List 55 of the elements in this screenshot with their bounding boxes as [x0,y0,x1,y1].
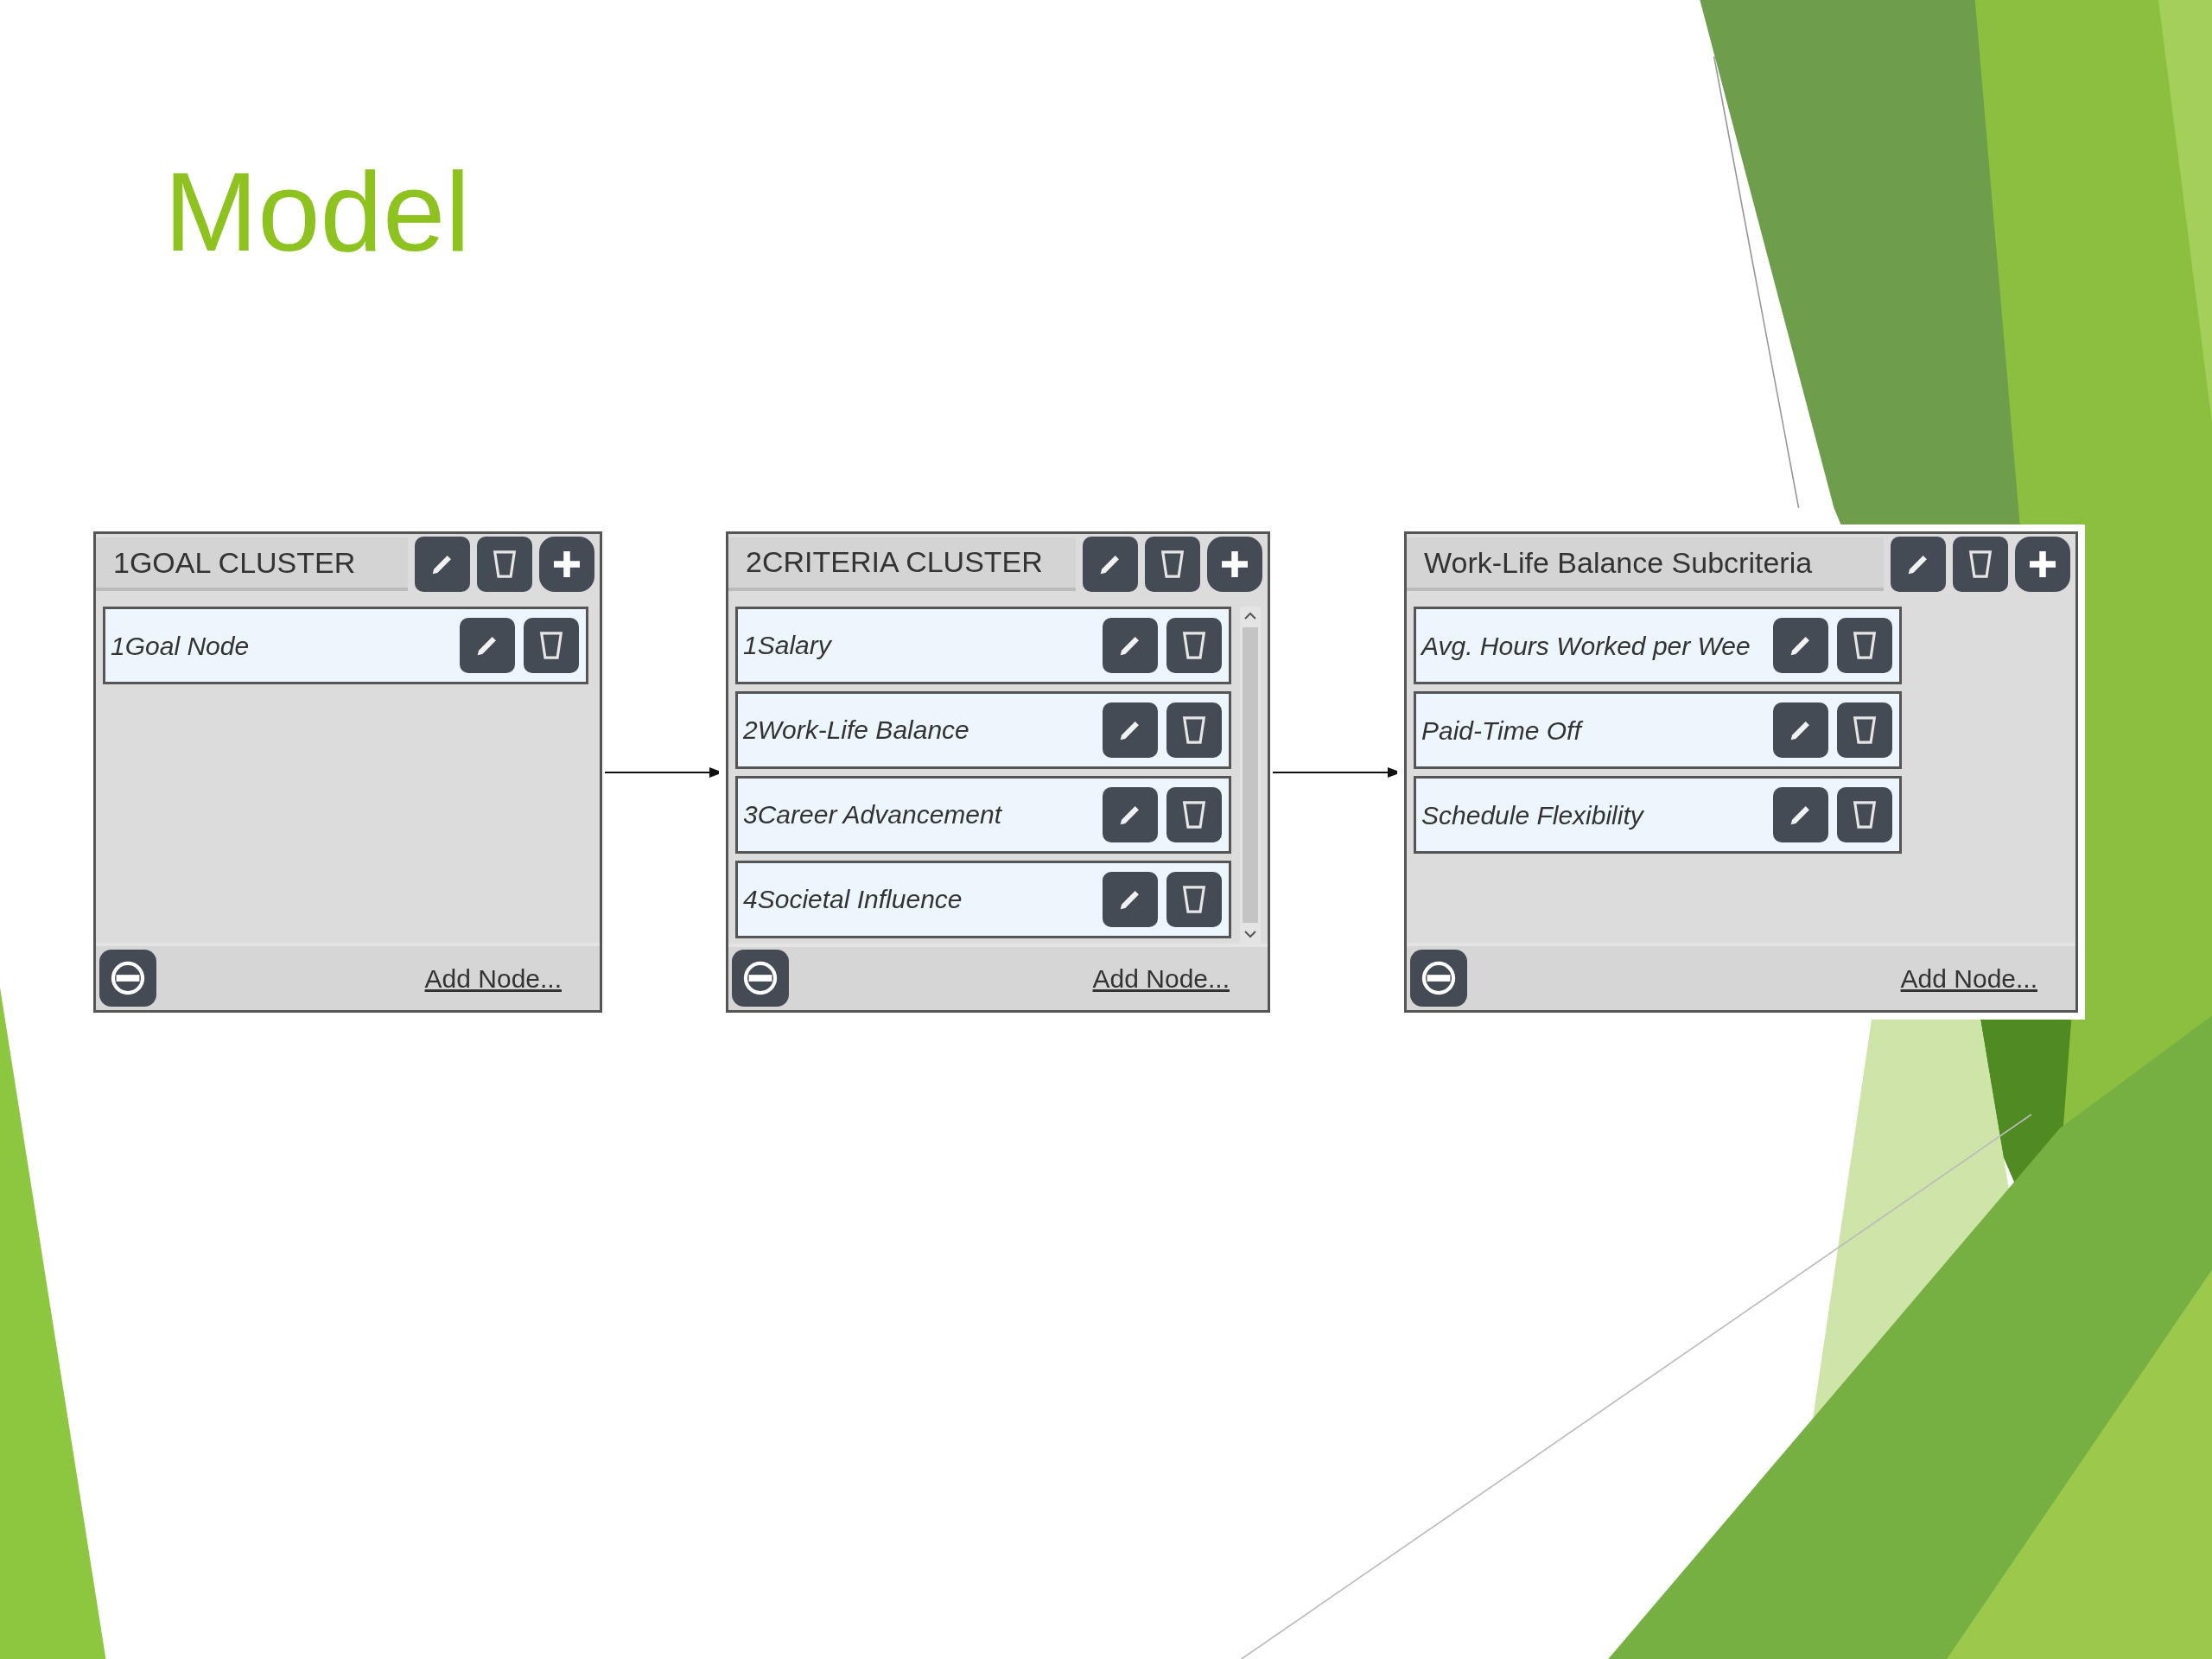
delete-button[interactable] [1166,702,1222,758]
delete-button[interactable] [1837,702,1892,758]
remove-cluster-button[interactable] [732,950,789,1007]
node-row[interactable]: Avg. Hours Worked per Wee [1414,607,1902,684]
edit-button[interactable] [1773,618,1828,673]
scrollbar-thumb[interactable] [1243,626,1258,923]
add-node-link[interactable]: Add Node... [1092,958,1230,998]
delete-button[interactable] [1837,618,1892,673]
edit-button[interactable] [1103,871,1158,927]
remove-cluster-button[interactable] [99,950,156,1007]
node-label: Schedule Flexibility [1421,799,1645,831]
node-label: Paid-Time Off [1421,710,1764,750]
plus-icon [551,549,582,580]
node-row[interactable]: Paid-Time Off [1414,691,1902,769]
add-button[interactable] [1207,536,1262,592]
add-node-link[interactable]: Add Node... [424,958,562,998]
node-label: 2Work-Life Balance [743,715,970,746]
node-label: 1Goal Node [111,630,251,662]
edit-button[interactable] [1083,536,1138,592]
delete-button[interactable] [1166,786,1222,842]
node-row[interactable]: 2Work-Life Balance [735,690,1231,769]
remove-cluster-button[interactable] [1410,950,1467,1007]
edit-button[interactable] [1103,786,1158,842]
cluster-title: Work-Life Balance Subcriteria [1407,537,1884,591]
delete-button[interactable] [1166,871,1222,927]
add-button[interactable] [2015,537,2070,592]
cluster-title: 1GOAL CLUSTER [96,537,408,591]
node-label: Avg. Hours Worked per Wee [1421,630,1751,662]
delete-button[interactable] [1953,537,2008,592]
node-label: 1Salary [743,630,833,661]
plus-icon [2027,549,2058,580]
node-row[interactable]: 3Career Advancement [735,775,1231,854]
slide-title: Model [164,156,471,268]
edit-button[interactable] [1103,617,1158,673]
edit-button[interactable] [415,537,470,592]
delete-button[interactable] [1145,536,1200,592]
delete-button[interactable] [1837,787,1892,842]
delete-button[interactable] [477,537,532,592]
node-label: 4Societal Influence [743,884,963,915]
delete-button[interactable] [524,618,579,673]
add-node-link[interactable]: Add Node... [1900,958,2037,998]
edit-button[interactable] [1103,702,1158,758]
edit-button[interactable] [460,618,515,673]
node-label: 3Career Advancement [743,799,1003,830]
node-row[interactable]: Schedule Flexibility [1414,776,1902,854]
edit-button[interactable] [1773,702,1828,758]
cluster-title: 2CRITERIA CLUSTER [728,537,1076,591]
scrollbar[interactable] [1240,606,1261,944]
delete-button[interactable] [1166,617,1222,673]
node-row[interactable]: 1Salary [735,606,1231,684]
edit-button[interactable] [1773,787,1828,842]
node-row[interactable]: 1Goal Node [103,607,588,684]
add-button[interactable] [539,537,594,592]
edit-button[interactable] [1891,537,1946,592]
node-row[interactable]: 4Societal Influence [735,860,1231,938]
